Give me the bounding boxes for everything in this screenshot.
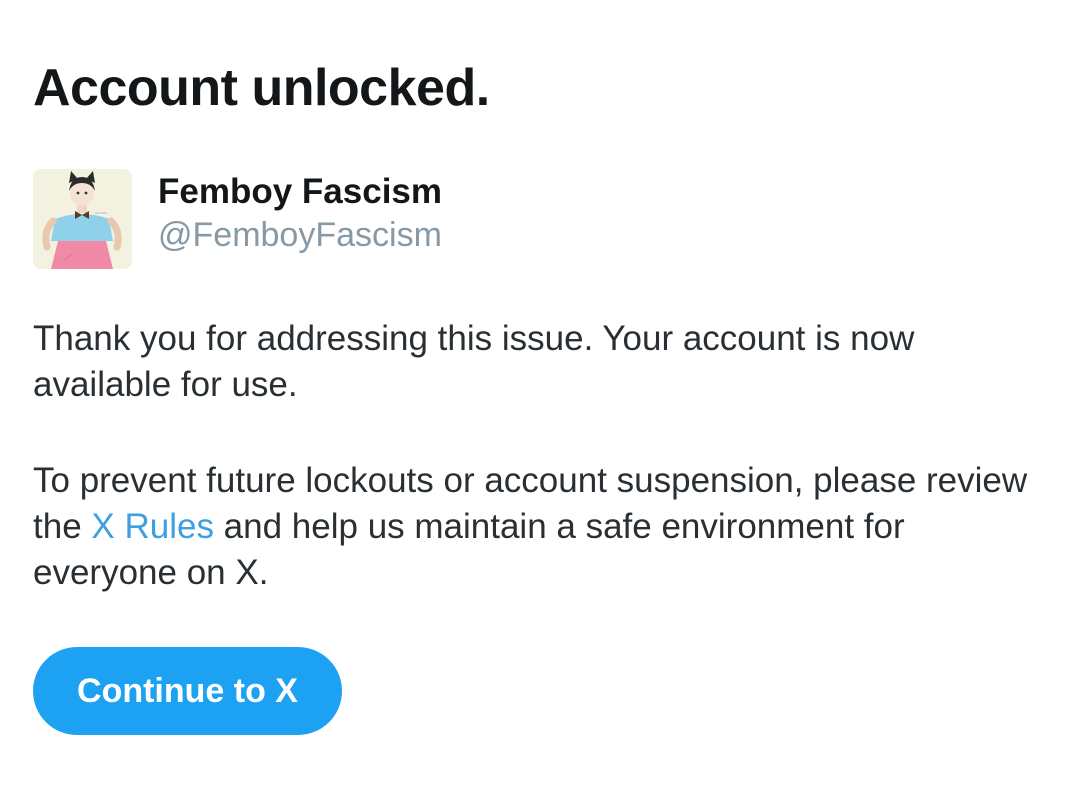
profile-names: Femboy Fascism @FemboyFascism	[158, 169, 442, 257]
profile-card: Femboy Fascism @FemboyFascism	[33, 169, 442, 269]
rules-message: To prevent future lockouts or account su…	[33, 458, 1033, 596]
avatar-illustration-icon	[33, 169, 132, 269]
handle: @FemboyFascism	[158, 216, 442, 254]
x-rules-link[interactable]: X Rules	[91, 507, 214, 546]
page-title: Account unlocked.	[33, 59, 490, 117]
confirmation-message: Thank you for addressing this issue. You…	[33, 319, 915, 404]
continue-button[interactable]: Continue to X	[33, 647, 342, 735]
display-name: Femboy Fascism	[158, 172, 442, 211]
avatar	[33, 169, 132, 269]
